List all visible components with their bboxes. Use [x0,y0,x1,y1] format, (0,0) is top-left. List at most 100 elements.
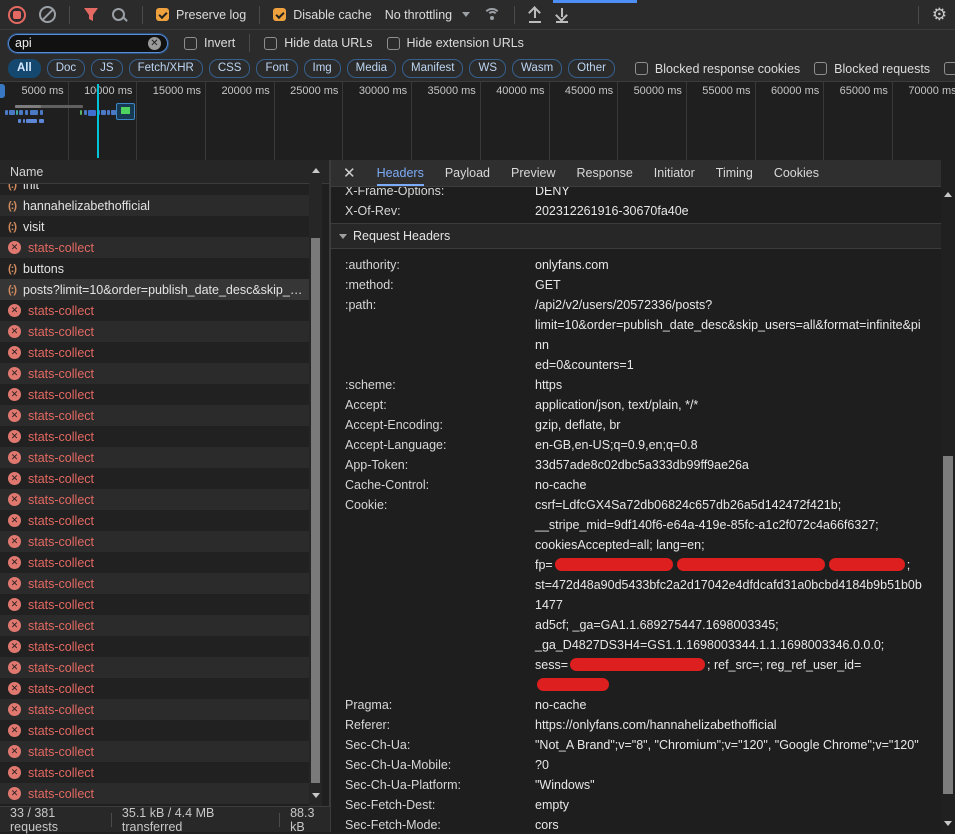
request-row[interactable]: (:)buttons [0,258,309,279]
network-conditions-icon[interactable] [483,8,501,22]
request-row[interactable]: ✕stats-collect [0,678,309,699]
request-row[interactable]: (:)posts?limit=10&order=publish_date_des… [0,279,309,300]
request-row[interactable]: ✕stats-collect [0,300,309,321]
scroll-up-icon[interactable] [944,192,952,197]
scrollbar-thumb[interactable] [943,456,953,794]
request-row[interactable]: ✕stats-collect [0,615,309,636]
type-filter-ws[interactable]: WS [469,59,506,78]
request-list-scrollbar[interactable] [309,160,322,806]
scrollbar-thumb[interactable] [311,238,320,783]
tab-headers[interactable]: Headers [377,160,424,186]
checkbox-unchecked-icon[interactable] [387,37,400,50]
type-filter-all[interactable]: All [8,59,41,78]
scroll-down-icon[interactable] [312,793,320,798]
header-row: :scheme:https [331,375,941,395]
disable-cache-checkbox[interactable]: Disable cache [273,8,372,22]
request-row[interactable]: ✕stats-collect [0,426,309,447]
request-row[interactable]: ✕stats-collect [0,468,309,489]
type-filter-media[interactable]: Media [347,59,396,78]
checkbox-blocked-requests[interactable]: Blocked requests [814,62,930,76]
request-row[interactable]: ✕stats-collect [0,237,309,258]
checkbox-unchecked-icon[interactable] [814,62,827,75]
request-row[interactable]: ✕stats-collect [0,489,309,510]
search-icon[interactable] [112,8,125,21]
request-row[interactable]: ✕stats-collect [0,531,309,552]
checkbox-3rd-party-requests[interactable]: 3rd-party requests [944,62,955,76]
request-name: stats-collect [28,388,94,402]
network-overview[interactable]: 5000 ms10000 ms15000 ms20000 ms25000 ms3… [0,82,955,161]
close-icon[interactable]: ✕ [343,166,356,181]
header-value-line: fp=; [535,555,923,575]
request-row[interactable]: ✕stats-collect [0,699,309,720]
request-row[interactable]: (:)hannahelizabethofficial [0,195,309,216]
tab-initiator[interactable]: Initiator [654,160,695,186]
request-row[interactable]: ✕stats-collect [0,741,309,762]
export-har-icon[interactable] [555,8,569,22]
request-row[interactable]: ✕stats-collect [0,762,309,783]
request-row[interactable]: ✕stats-collect [0,510,309,531]
checkbox-invert[interactable]: Invert [184,36,235,50]
tab-cookies[interactable]: Cookies [774,160,819,186]
scroll-down-icon[interactable] [944,821,952,826]
checkbox-unchecked-icon[interactable] [944,62,955,75]
request-headers-section-header[interactable]: Request Headers [331,224,941,249]
type-filter-js[interactable]: JS [91,59,122,78]
filter-icon[interactable] [83,7,99,22]
checkbox-unchecked-icon[interactable] [264,37,277,50]
request-row[interactable]: ✕stats-collect [0,657,309,678]
checkbox-checked-icon[interactable] [273,8,286,21]
name-column-header[interactable]: Name [0,160,330,184]
request-row[interactable]: ✕stats-collect [0,573,309,594]
request-row[interactable]: ✕stats-collect [0,405,309,426]
header-row: X-Frame-Options:DENY [331,187,941,201]
import-har-icon[interactable] [528,8,542,22]
checkbox-checked-icon[interactable] [156,8,169,21]
type-filter-img[interactable]: Img [304,59,341,78]
request-row[interactable]: ✕stats-collect [0,384,309,405]
waterfall-bar [30,110,38,115]
request-row[interactable]: ✕stats-collect [0,720,309,741]
scroll-up-icon[interactable] [312,168,320,173]
request-row[interactable]: (:)visit [0,216,309,237]
request-row[interactable]: ✕stats-collect [0,342,309,363]
checkbox-unchecked-icon[interactable] [184,37,197,50]
request-row[interactable]: ✕stats-collect [0,321,309,342]
overview-start-handle[interactable] [0,84,5,98]
error-icon: ✕ [8,619,21,632]
tab-response[interactable]: Response [576,160,632,186]
header-name: Sec-Ch-Ua-Platform: [345,775,535,795]
request-row[interactable]: (:)init [0,184,309,195]
clear-filter-icon[interactable]: ✕ [148,37,161,50]
header-value-text: "Windows" [535,778,595,792]
tab-timing[interactable]: Timing [716,160,753,186]
request-row[interactable]: ✕stats-collect [0,636,309,657]
clear-button[interactable] [39,6,56,23]
detail-scrollbar[interactable] [941,160,955,832]
request-row[interactable]: ✕stats-collect [0,783,309,804]
checkbox-blocked-response-cookies[interactable]: Blocked response cookies [635,62,800,76]
type-filter-css[interactable]: CSS [209,59,251,78]
type-filter-font[interactable]: Font [256,59,297,78]
request-row[interactable]: ✕stats-collect [0,363,309,384]
timeline-column: 45000 ms [550,82,619,160]
type-filter-fetch-xhr[interactable]: Fetch/XHR [129,59,203,78]
type-filter-doc[interactable]: Doc [47,59,85,78]
type-filter-manifest[interactable]: Manifest [402,59,463,78]
request-row[interactable]: ✕stats-collect [0,594,309,615]
type-filter-wasm[interactable]: Wasm [512,59,562,78]
checkbox-unchecked-icon[interactable] [635,62,648,75]
checkbox-hide-extension-urls[interactable]: Hide extension URLs [387,36,524,50]
settings-gear-icon[interactable]: ⚙ [932,6,947,23]
preserve-log-checkbox[interactable]: Preserve log [156,8,246,22]
tab-preview[interactable]: Preview [511,160,555,186]
tab-payload[interactable]: Payload [445,160,490,186]
filter-input[interactable] [15,36,148,50]
type-filter-other[interactable]: Other [568,59,615,78]
throttling-dropdown[interactable]: No throttling [385,8,470,22]
request-row[interactable]: ✕stats-collect [0,447,309,468]
request-row[interactable]: ✕stats-collect [0,552,309,573]
record-button[interactable] [8,6,26,24]
checkbox-hide-data-urls[interactable]: Hide data URLs [264,36,372,50]
time-marker [97,84,99,158]
header-value-text: 202312261916-30670fa40e [535,204,689,218]
